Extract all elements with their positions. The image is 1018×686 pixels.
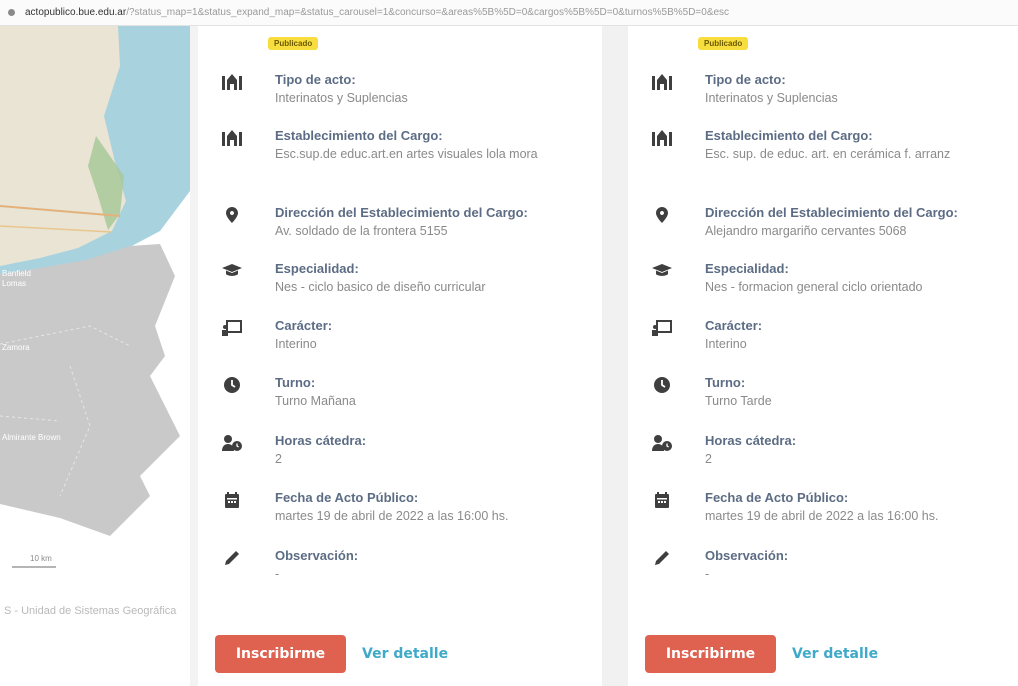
region-polygon: [0, 244, 180, 536]
field-value: Interinatos y Suplencias: [275, 91, 408, 105]
field-label: Turno:: [275, 375, 316, 390]
acto-card: Publicado Tipo de acto: Interinatos y Su…: [198, 26, 602, 686]
field-text: Tipo de acto: Interinatos y Suplencias: [705, 71, 1018, 107]
field-value: Interino: [275, 337, 317, 351]
map-marker-icon: [652, 206, 672, 224]
field-label: Fecha de Acto Público:: [275, 490, 419, 505]
field-text: Horas cátedra: 2: [705, 432, 1018, 468]
field-label: Horas cátedra:: [275, 433, 367, 448]
map-label-almirante-brown: Almirante Brown: [2, 433, 61, 442]
ver-detalle-link[interactable]: Ver detalle: [792, 635, 878, 673]
map-panel[interactable]: Banfield Lomas Zamora Almirante Brown 10…: [0, 26, 190, 686]
map-marker-icon: [222, 206, 242, 224]
status-badge: Publicado: [268, 37, 319, 50]
field-text: Establecimiento del Cargo: Esc.sup.de ed…: [275, 127, 595, 163]
user-clock-icon: [222, 434, 242, 452]
field-text: Fecha de Acto Público: martes 19 de abri…: [275, 489, 595, 525]
field-text: Horas cátedra: 2: [275, 432, 595, 468]
clock-icon: [652, 376, 672, 394]
field-text: Especialidad: Nes - ciclo basico de dise…: [275, 260, 595, 296]
url-query: /?status_map=1&status_expand_map=&status…: [126, 7, 730, 18]
field-value: -: [275, 567, 280, 581]
graduation-cap-icon: [222, 262, 242, 280]
status-badge: Publicado: [698, 37, 749, 50]
field-value: martes 19 de abril de 2022 a las 16:00 h…: [705, 509, 939, 523]
cards-gutter: [602, 26, 628, 686]
field-text: Carácter: Interino: [705, 317, 1018, 353]
field-value: martes 19 de abril de 2022 a las 16:00 h…: [275, 509, 509, 523]
map-label-zamora: Zamora: [2, 343, 30, 352]
field-label: Dirección del Establecimiento del Cargo:: [275, 205, 528, 220]
field-value: Esc. sup. de educ. art. en cerámica f. a…: [705, 147, 951, 161]
clock-icon: [222, 376, 242, 394]
ver-detalle-link[interactable]: Ver detalle: [362, 635, 448, 673]
field-label: Carácter:: [275, 318, 333, 333]
field-value: Interino: [705, 337, 747, 351]
field-value: Turno Mañana: [275, 394, 356, 408]
chalkboard-icon: [652, 319, 672, 337]
url-domain: actopublico.bue.edu.ar: [25, 7, 127, 18]
map-label-lomas: Lomas: [2, 279, 26, 288]
building-icon: [652, 73, 672, 91]
browser-url-bar[interactable]: actopublico.bue.edu.ar /?status_map=1&st…: [0, 0, 1018, 26]
field-value: -: [705, 567, 710, 581]
field-label: Tipo de acto:: [275, 72, 356, 87]
field-text: Dirección del Establecimiento del Cargo:…: [705, 204, 1018, 240]
field-text: Observación: -: [705, 547, 1018, 583]
field-label: Dirección del Establecimiento del Cargo:: [705, 205, 958, 220]
inscribirme-button[interactable]: Inscribirme: [215, 635, 346, 673]
map-scale-bar: [12, 566, 56, 568]
field-text: Fecha de Acto Público: martes 19 de abri…: [705, 489, 1018, 525]
building-icon: [652, 129, 672, 147]
building-icon: [222, 73, 242, 91]
field-value: 2: [705, 452, 712, 466]
map-scale-label: 10 km: [30, 554, 52, 563]
field-value: Nes - formacion general ciclo orientado: [705, 280, 923, 294]
field-label: Carácter:: [705, 318, 763, 333]
field-value: Nes - ciclo basico de diseño curricular: [275, 280, 486, 294]
field-label: Especialidad:: [705, 261, 789, 276]
field-label: Fecha de Acto Público:: [705, 490, 849, 505]
calendar-icon: [652, 491, 672, 509]
field-text: Turno: Turno Tarde: [705, 374, 1018, 410]
field-label: Observación:: [275, 548, 359, 563]
building-icon: [222, 129, 242, 147]
field-text: Turno: Turno Mañana: [275, 374, 595, 410]
field-text: Dirección del Establecimiento del Cargo:…: [275, 204, 595, 240]
field-value: 2: [275, 452, 282, 466]
calendar-icon: [222, 491, 242, 509]
field-value: Alejandro margariño cervantes 5068: [705, 224, 907, 238]
field-label: Horas cátedra:: [705, 433, 797, 448]
field-value: Esc.sup.de educ.art.en artes visuales lo…: [275, 147, 538, 161]
map-canvas[interactable]: Banfield Lomas Zamora Almirante Brown: [0, 26, 190, 686]
field-label: Establecimiento del Cargo:: [705, 128, 873, 143]
pencil-icon: [652, 549, 672, 567]
field-text: Tipo de acto: Interinatos y Suplencias: [275, 71, 595, 107]
field-label: Observación:: [705, 548, 789, 563]
field-label: Tipo de acto:: [705, 72, 786, 87]
field-text: Observación: -: [275, 547, 595, 583]
field-text: Carácter: Interino: [275, 317, 595, 353]
field-value: Turno Tarde: [705, 394, 772, 408]
inscribirme-button[interactable]: Inscribirme: [645, 635, 776, 673]
field-text: Establecimiento del Cargo: Esc. sup. de …: [705, 127, 1018, 163]
chalkboard-icon: [222, 319, 242, 337]
graduation-cap-icon: [652, 262, 672, 280]
field-label: Especialidad:: [275, 261, 359, 276]
acto-card: Publicado Tipo de acto: Interinatos y Su…: [628, 26, 1018, 686]
map-label-banfield: Banfield: [2, 269, 31, 278]
field-label: Turno:: [705, 375, 746, 390]
site-info-icon[interactable]: [8, 9, 15, 16]
field-value: Interinatos y Suplencias: [705, 91, 838, 105]
map-attribution: S - Unidad de Sistemas Geográfica: [4, 605, 177, 617]
field-label: Establecimiento del Cargo:: [275, 128, 443, 143]
field-value: Av. soldado de la frontera 5155: [275, 224, 448, 238]
user-clock-icon: [652, 434, 672, 452]
pencil-icon: [222, 549, 242, 567]
field-text: Especialidad: Nes - formacion general ci…: [705, 260, 1018, 296]
